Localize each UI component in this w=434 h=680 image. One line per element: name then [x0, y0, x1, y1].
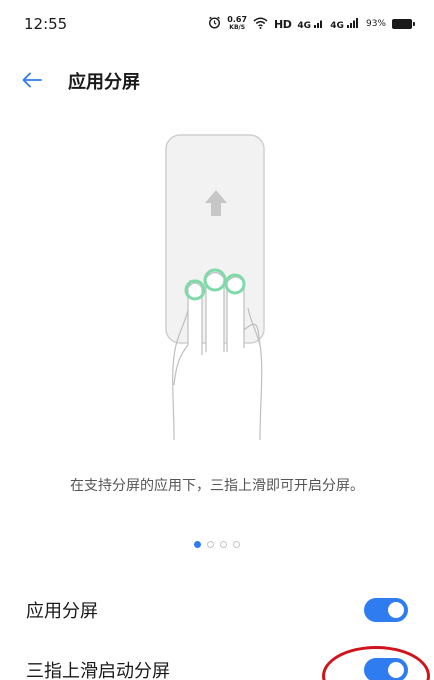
page-dot[interactable] — [207, 541, 214, 548]
page-dot[interactable] — [233, 541, 240, 548]
network-type-1: 4G — [297, 20, 312, 31]
page-indicator — [0, 541, 434, 548]
network-speed: 0.67 KB/S — [227, 16, 247, 32]
alarm-icon — [208, 16, 221, 32]
setting-label: 应用分屏 — [26, 601, 98, 622]
three-finger-swipe-up-illustration — [140, 130, 294, 441]
signal-bars-icon — [314, 20, 323, 28]
back-button[interactable] — [14, 62, 50, 98]
speed-unit: KB/S — [229, 24, 246, 31]
status-time: 12:55 — [24, 15, 68, 33]
page-title: 应用分屏 — [68, 72, 140, 93]
network-type-2: 4G — [330, 20, 344, 31]
feature-description: 在支持分屏的应用下，三指上滑即可开启分屏。 — [70, 478, 364, 494]
arrow-left-icon — [22, 72, 42, 88]
signal-sim1: 4G — [297, 18, 324, 31]
page-dot[interactable] — [194, 541, 201, 548]
hd-indicator: HD — [274, 17, 292, 31]
signal-bars-icon — [346, 17, 358, 28]
speed-value: 0.67 — [227, 15, 248, 24]
battery-percent: 93% — [365, 19, 386, 29]
header: 应用分屏 — [0, 58, 434, 102]
status-icons: 0.67 KB/S HD 4G 4G 93% — [208, 15, 415, 33]
status-bar: 12:55 0.67 KB/S HD 4G 4G 93% — [0, 0, 434, 48]
signal-sim2: 4G — [330, 17, 360, 31]
setting-label: 三指上滑启动分屏 — [26, 661, 170, 680]
toggle-knob — [388, 602, 404, 618]
app-split-screen-toggle[interactable] — [364, 598, 408, 622]
setting-app-split-screen[interactable]: 应用分屏 — [0, 584, 434, 636]
wifi-icon — [253, 17, 268, 32]
page-dot[interactable] — [220, 541, 227, 548]
battery-icon — [392, 19, 415, 29]
